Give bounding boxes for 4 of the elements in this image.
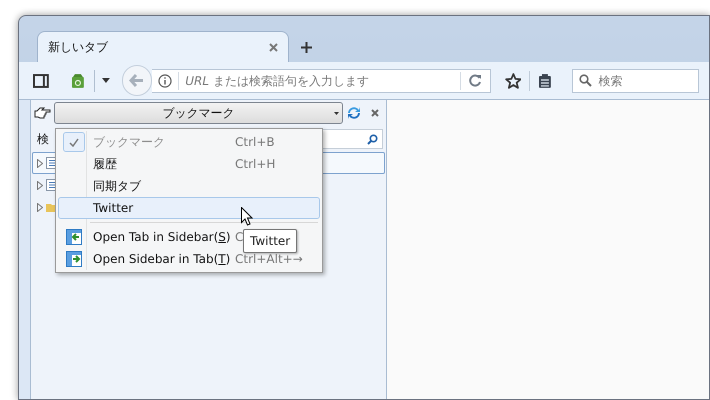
search-placeholder: 検索 — [598, 72, 622, 90]
search-label: 検 — [37, 131, 49, 148]
tooltip: Twitter — [243, 229, 298, 253]
url-placeholder: URL または検索語句を入力します — [185, 72, 370, 90]
